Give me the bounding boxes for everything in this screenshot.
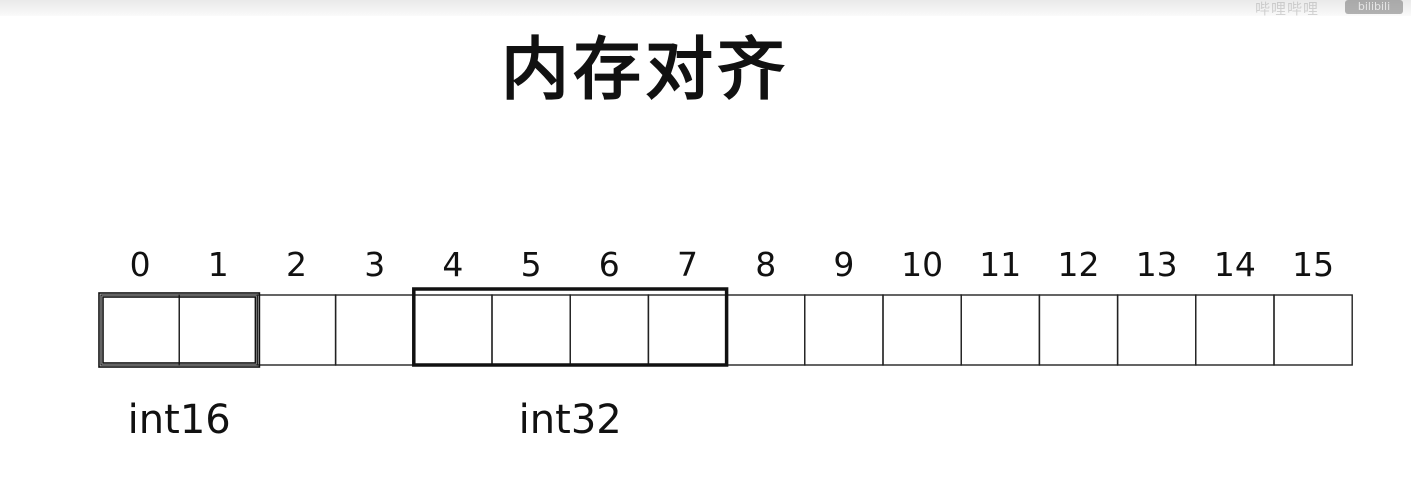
byte-index: 6 [599,245,620,284]
byte-index: 3 [364,245,385,284]
byte-index: 10 [901,245,943,284]
memory-cell [1195,294,1275,366]
memory-cell [647,294,728,366]
byte-index: 9 [833,245,854,284]
memory-cell [725,294,806,366]
memory-cell [1273,294,1353,366]
byte-index: 0 [130,245,151,284]
byte-index: 11 [979,245,1021,284]
memory-cell [804,294,884,366]
byte-index-row: 0 1 2 3 4 5 6 7 8 9 10 11 12 13 14 15 [130,245,1334,284]
type-groups: int16 int32 [98,287,729,443]
byte-index: 7 [677,245,698,284]
memory-cell [960,294,1041,366]
byte-index: 12 [1058,245,1100,284]
memory-cell [569,294,650,366]
memory-cell [413,294,493,366]
byte-index: 8 [755,245,776,284]
byte-index: 4 [442,245,463,284]
byte-index: 13 [1136,245,1178,284]
memory-alignment-diagram: 0 1 2 3 4 5 6 7 8 9 10 11 12 13 14 15 int16 int32 [98,245,1353,443]
int16-label: int16 [128,397,231,443]
memory-cell [1116,294,1197,366]
memory-cell [491,294,571,366]
memory-cell [1038,294,1119,366]
byte-index: 2 [286,245,307,284]
memory-cell [178,294,259,366]
memory-cell [882,294,962,366]
memory-cell [100,294,180,366]
memory-cell [334,294,415,366]
byte-index: 1 [208,245,229,284]
int32-label: int32 [519,397,622,443]
byte-index: 5 [521,245,542,284]
byte-index: 15 [1292,245,1334,284]
byte-index: 14 [1214,245,1256,284]
memory-cell [256,294,337,366]
